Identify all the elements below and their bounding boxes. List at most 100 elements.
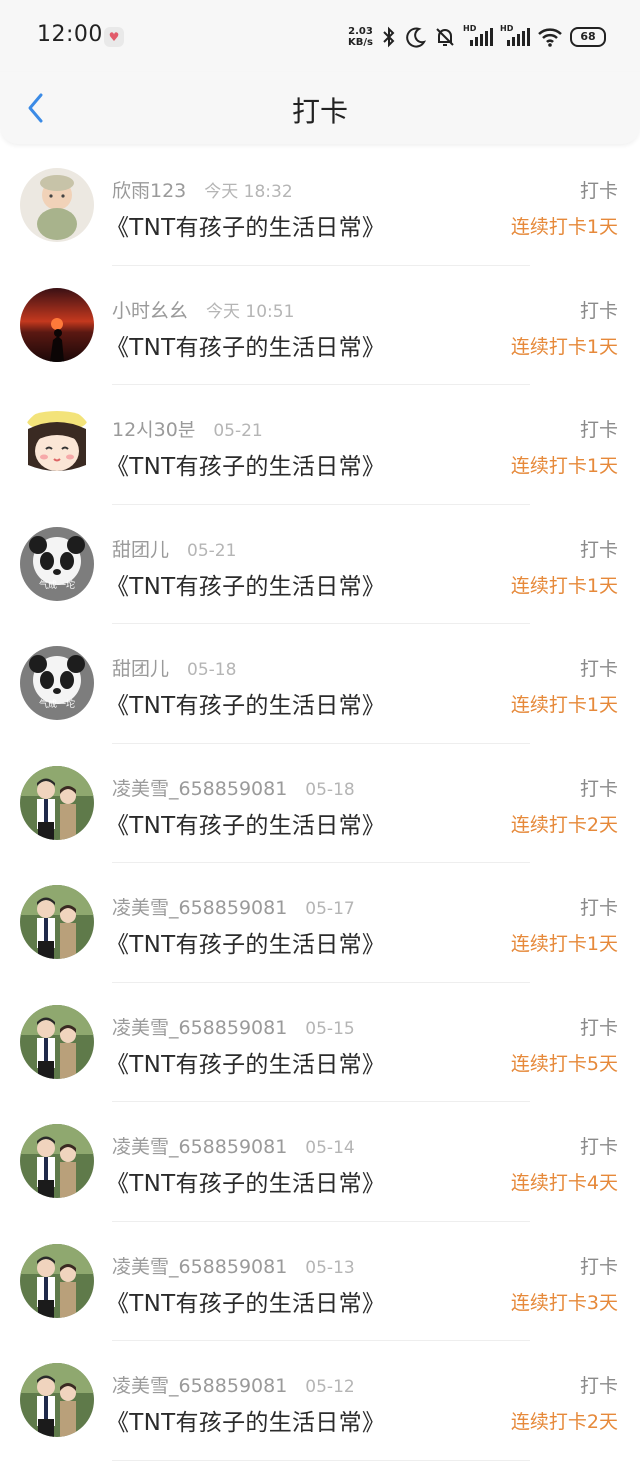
checkin-time: 05-21 bbox=[187, 540, 237, 561]
streak-count: 连续打卡3天 bbox=[510, 1291, 618, 1314]
user-avatar[interactable] bbox=[20, 885, 94, 959]
checkin-tag: 打卡 bbox=[579, 538, 618, 561]
checkin-tag: 打卡 bbox=[579, 1255, 618, 1278]
divider bbox=[112, 1459, 530, 1461]
checkin-time: 05-14 bbox=[305, 1138, 355, 1158]
user-name-line: 凌美雪_658859081 05-12 bbox=[112, 1371, 355, 1398]
book-title[interactable]: 《TNT有孩子的生活日常》 bbox=[106, 1284, 385, 1318]
avatar-caption: 气成一坨 bbox=[38, 580, 75, 591]
checkin-time: 今天 18:32 bbox=[204, 182, 293, 202]
user-name-line: 凌美雪_658859081 05-15 bbox=[112, 1013, 355, 1040]
checkin-list-item[interactable]: 凌美雪_658859081 05-13 《TNT有孩子的生活日常》 打卡连续打卡3天 bbox=[0, 1222, 640, 1341]
moon-icon bbox=[406, 27, 427, 48]
checkin-tag: 打卡 bbox=[579, 777, 618, 800]
user-name-line: 欣雨123 今天 18:32 bbox=[112, 176, 293, 203]
user-name[interactable]: 凌美雪_658859081 bbox=[112, 1017, 287, 1039]
checkin-list-item[interactable]: 凌美雪_658859081 05-17 《TNT有孩子的生活日常》 打卡连续打卡1天 bbox=[0, 863, 640, 983]
checkin-time: 05-21 bbox=[213, 421, 263, 441]
checkin-list: 欣雨123 今天 18:32 《TNT有孩子的生活日常》 打卡 连续打卡1天 小时幺幺 今天… bbox=[0, 146, 640, 1461]
user-name-line: 甜团儿 05-18 bbox=[112, 654, 236, 681]
checkin-list-item[interactable]: 欣雨123 今天 18:32 《TNT有孩子的生活日常》 打卡连续打卡1天 bbox=[0, 146, 640, 266]
streak-count: 连续打卡1天 bbox=[510, 335, 618, 358]
avatar-caption: 气成一坨 bbox=[38, 700, 75, 710]
checkin-list-item[interactable]: 小时幺幺 今天 10:51 《TNT有孩子的生活日常》 打卡连续打卡1天 bbox=[0, 266, 640, 385]
checkin-tag: 打卡 bbox=[579, 1375, 618, 1397]
user-name-line: 甜团儿 05-21 bbox=[112, 535, 236, 562]
checkin-time: 今天 10:51 bbox=[206, 301, 295, 322]
bell-off-icon bbox=[436, 28, 454, 46]
user-avatar[interactable] bbox=[20, 1004, 94, 1079]
book-title[interactable]: 《TNT有孩子的生活日常》 bbox=[106, 208, 385, 242]
network-speed: 2.03 KB/s bbox=[348, 26, 373, 48]
user-avatar[interactable] bbox=[20, 407, 94, 481]
book-title[interactable]: 《TNT有孩子的生活日常》 bbox=[106, 1403, 385, 1437]
user-name[interactable]: 欣雨123 bbox=[112, 180, 186, 202]
signal-icon: HD bbox=[463, 24, 493, 48]
user-name[interactable]: 小时幺幺 bbox=[112, 300, 188, 322]
book-title[interactable]: 《TNT有孩子的生活日常》 bbox=[106, 1164, 385, 1198]
checkin-tag: 打卡 bbox=[579, 419, 618, 441]
checkin-time: 05-17 bbox=[305, 899, 355, 919]
checkin-time: 05-18 bbox=[187, 660, 237, 680]
user-avatar[interactable]: 气成一坨 bbox=[20, 646, 94, 720]
checkin-list-item[interactable]: 凌美雪_658859081 05-12 《TNT有孩子的生活日常》 打卡连续打卡2天 bbox=[0, 1341, 640, 1461]
book-title[interactable]: 《TNT有孩子的生活日常》 bbox=[106, 925, 385, 959]
book-title[interactable]: 《TNT有孩子的生活日常》 bbox=[106, 328, 385, 362]
user-name[interactable]: 12시30분 bbox=[112, 419, 195, 441]
user-avatar[interactable] bbox=[20, 1243, 94, 1318]
book-title[interactable]: 《TNT有孩子的生活日常》 bbox=[106, 567, 385, 601]
wifi-icon bbox=[538, 28, 562, 47]
checkin-time: 05-12 bbox=[305, 1377, 355, 1397]
book-title[interactable]: 《TNT有孩子的生活日常》 bbox=[106, 447, 385, 481]
bluetooth-icon bbox=[383, 26, 395, 48]
user-avatar[interactable] bbox=[20, 1124, 94, 1198]
user-avatar[interactable] bbox=[20, 168, 94, 242]
checkin-time: 05-15 bbox=[305, 1018, 355, 1039]
checkin-list-item[interactable]: 凌美雪_658859081 05-18 《TNT有孩子的生活日常》 打卡 连续打卡2天 bbox=[0, 744, 640, 863]
checkin-list-item[interactable]: 凌美雪_658859081 05-15 《TNT有孩子的生活日常》 打卡 连续打卡5天 bbox=[0, 983, 640, 1102]
book-title[interactable]: 《TNT有孩子的生活日常》 bbox=[106, 806, 385, 840]
checkin-list-item[interactable]: 气成一坨 甜团儿 05-18 《TNT有孩子的生活日常》 打卡 连续打卡1天 bbox=[0, 624, 640, 744]
status-icons: 2.03 KB/s HD HD 68 bbox=[348, 22, 606, 52]
checkin-tag: 打卡 bbox=[579, 180, 618, 202]
checkin-tag: 打卡 bbox=[579, 299, 618, 322]
user-name-line: 凌美雪_658859081 05-18 bbox=[112, 774, 355, 801]
user-name[interactable]: 甜团儿 bbox=[112, 539, 169, 561]
signal-icon: HD bbox=[500, 24, 530, 48]
checkin-tag: 打卡 bbox=[579, 897, 618, 919]
book-title[interactable]: 《TNT有孩子的生活日常》 bbox=[106, 1045, 385, 1079]
checkin-list-item[interactable]: 12시30분 05-21 《TNT有孩子的生活日常》 打卡 连续打卡1天 bbox=[0, 385, 640, 505]
user-avatar[interactable] bbox=[20, 1363, 94, 1437]
status-bar: 12:00 ♥ 2.03 KB/s HD HD 68 bbox=[0, 0, 640, 72]
status-time: 12:00 bbox=[37, 22, 103, 47]
book-title[interactable]: 《TNT有孩子的生活日常》 bbox=[106, 686, 385, 720]
battery-icon: 68 bbox=[570, 27, 606, 47]
user-name-line: 凌美雪_658859081 05-17 bbox=[112, 893, 355, 920]
user-name[interactable]: 凌美雪_658859081 bbox=[112, 1136, 287, 1158]
user-name[interactable]: 凌美雪_658859081 bbox=[112, 778, 287, 800]
notification-heart-icon: ♥ bbox=[104, 27, 124, 47]
checkin-list-item[interactable]: 气成一坨 甜团儿 05-21 《TNT有孩子的生活日常》 打卡连续打卡1天 bbox=[0, 505, 640, 624]
streak-count: 连续打卡1天 bbox=[510, 216, 618, 238]
network-speed-value: 2.03 bbox=[348, 26, 373, 37]
user-name[interactable]: 甜团儿 bbox=[112, 658, 169, 680]
checkin-list-item[interactable]: 凌美雪_658859081 05-14 《TNT有孩子的生活日常》 打卡 连续打卡4天 bbox=[0, 1102, 640, 1222]
streak-count: 连续打卡1天 bbox=[510, 933, 618, 955]
user-avatar[interactable]: 气成一坨 bbox=[20, 526, 94, 601]
user-name-line: 12시30분 05-21 bbox=[112, 415, 263, 442]
checkin-tag: 打卡 bbox=[579, 1016, 618, 1039]
user-name-line: 凌美雪_658859081 05-13 bbox=[112, 1252, 355, 1279]
network-speed-unit: KB/s bbox=[348, 37, 373, 48]
user-name[interactable]: 凌美雪_658859081 bbox=[112, 1256, 287, 1278]
checkin-tag: 打卡 bbox=[579, 1136, 618, 1158]
streak-count: 连续打卡2天 bbox=[510, 1411, 618, 1433]
user-avatar[interactable] bbox=[20, 765, 94, 840]
user-name-line: 小时幺幺 今天 10:51 bbox=[112, 296, 294, 323]
checkin-time: 05-13 bbox=[305, 1257, 355, 1278]
user-avatar[interactable] bbox=[20, 287, 94, 362]
user-name-line: 凌美雪_658859081 05-14 bbox=[112, 1132, 355, 1159]
checkin-time: 05-18 bbox=[305, 779, 355, 800]
user-name[interactable]: 凌美雪_658859081 bbox=[112, 1375, 287, 1397]
user-name[interactable]: 凌美雪_658859081 bbox=[112, 897, 287, 919]
streak-count: 连续打卡1天 bbox=[510, 574, 618, 597]
